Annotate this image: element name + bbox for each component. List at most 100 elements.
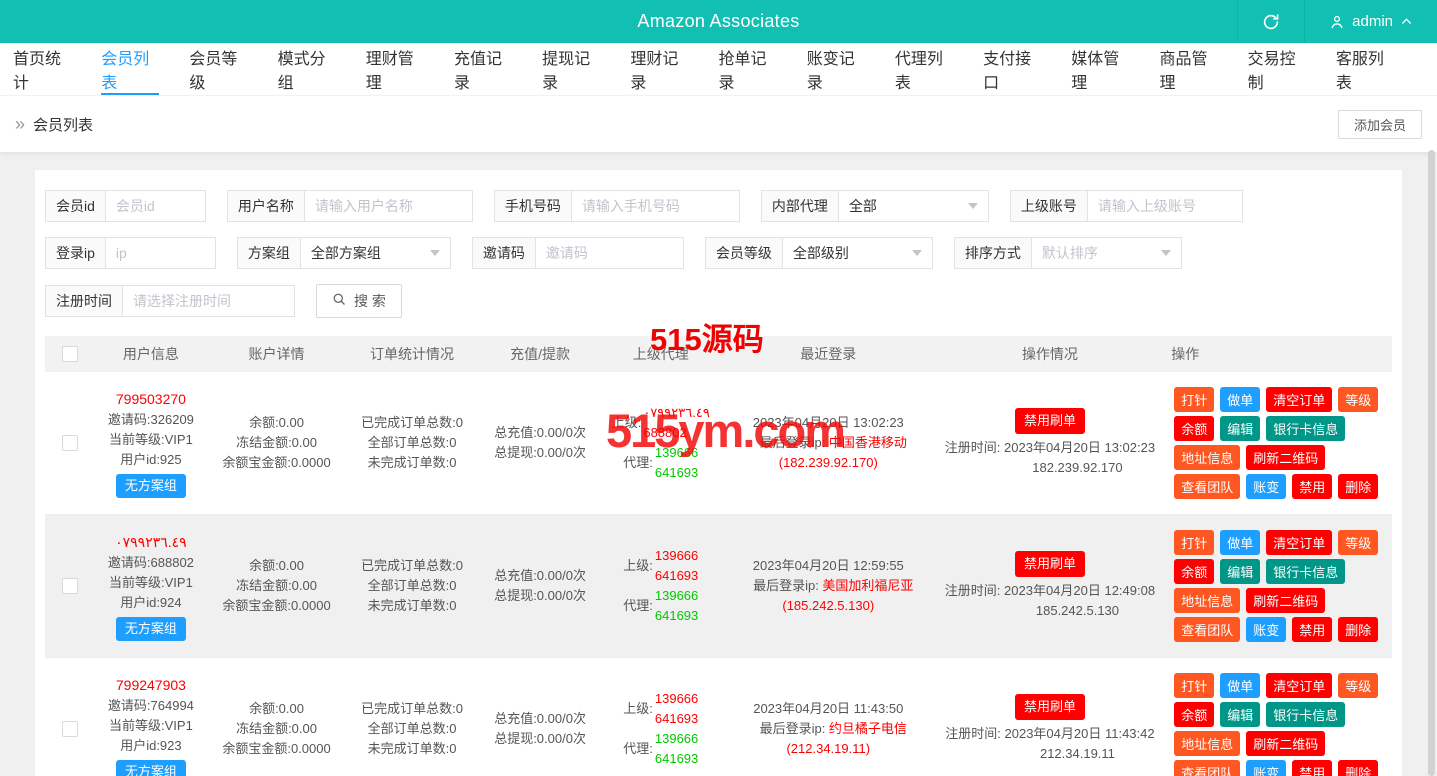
vertical-scrollbar[interactable] [1428, 150, 1435, 776]
action-button[interactable]: 清空订单 [1266, 530, 1332, 555]
action-button[interactable]: 删除 [1338, 474, 1378, 499]
action-button[interactable]: 编辑 [1220, 702, 1260, 727]
action-button[interactable]: 禁用 [1292, 474, 1332, 499]
action-button[interactable]: 余额 [1174, 416, 1214, 441]
action-button[interactable]: 等级 [1338, 387, 1378, 412]
nav-tab-12[interactable]: 支付接口 [983, 43, 1041, 95]
action-button[interactable]: 编辑 [1220, 559, 1260, 584]
input-invite-code[interactable] [536, 237, 684, 269]
nav-tab-15[interactable]: 交易控制 [1248, 43, 1306, 95]
action-button[interactable]: 删除 [1338, 760, 1378, 776]
action-button[interactable]: 地址信息 [1174, 445, 1240, 470]
action-button[interactable]: 做单 [1220, 387, 1260, 412]
nav-tab-1[interactable]: 首页统计 [13, 43, 71, 95]
action-button[interactable]: 余额 [1174, 702, 1214, 727]
nav-tab-7[interactable]: 提现记录 [542, 43, 600, 95]
filter-internal-agent: 内部代理全部 [761, 190, 989, 222]
sub-agent-values: 139666641693 [655, 729, 698, 769]
nav-tab-11[interactable]: 代理列表 [895, 43, 953, 95]
nav-tab-10[interactable]: 账变记录 [807, 43, 865, 95]
input-parent-account[interactable] [1088, 190, 1243, 222]
input-user-name[interactable] [305, 190, 473, 222]
user-info-line: 当前等级:VIP1 [109, 573, 193, 593]
account-line: 余额:0.00 [249, 699, 304, 719]
action-button[interactable]: 账变 [1246, 760, 1286, 776]
sub-agent-value: 641693 [655, 606, 698, 626]
sub-agent-value: 641693 [655, 749, 698, 769]
fund-line: 总充值:0.00/0次 [494, 709, 586, 729]
action-button[interactable]: 打针 [1174, 387, 1214, 412]
filter-label-login-ip: 登录ip [45, 237, 106, 269]
user-menu[interactable]: admin [1304, 0, 1437, 43]
account-line: 余额宝金额:0.0000 [222, 453, 330, 473]
nav-tab-6[interactable]: 充值记录 [454, 43, 512, 95]
row-checkbox[interactable] [62, 435, 78, 451]
action-button[interactable]: 清空订单 [1266, 387, 1332, 412]
action-button[interactable]: 做单 [1220, 673, 1260, 698]
nav-tab-4[interactable]: 模式分组 [278, 43, 336, 95]
order-line: 全部订单总数:0 [368, 576, 457, 596]
input-member-id[interactable] [106, 190, 206, 222]
account-line: 冻结金额:0.00 [236, 719, 317, 739]
last-login-ip: (182.239.92.170) [779, 453, 878, 473]
action-button[interactable]: 刷新二维码 [1246, 445, 1325, 470]
nav-tab-16[interactable]: 客服列表 [1336, 43, 1394, 95]
nav-tab-2[interactable]: 会员列表 [101, 43, 159, 95]
action-button[interactable]: 账变 [1246, 474, 1286, 499]
select-internal-agent[interactable]: 全部 [839, 190, 989, 222]
select-all-checkbox[interactable] [62, 346, 78, 362]
row-checkbox[interactable] [62, 721, 78, 737]
action-button[interactable]: 删除 [1338, 617, 1378, 642]
username-link[interactable]: 799503270 [116, 389, 186, 409]
action-button[interactable]: 清空订单 [1266, 673, 1332, 698]
select-member-level[interactable]: 全部级别 [783, 237, 933, 269]
action-button[interactable]: 余额 [1174, 559, 1214, 584]
fund-line: 总提现:0.00/0次 [494, 586, 586, 606]
search-button[interactable]: 搜 索 [316, 284, 402, 318]
filter-label-plan-group: 方案组 [237, 237, 301, 269]
input-login-ip[interactable] [106, 237, 216, 269]
action-button[interactable]: 刷新二维码 [1246, 731, 1325, 756]
action-button[interactable]: 禁用 [1292, 760, 1332, 776]
refresh-button[interactable] [1237, 0, 1304, 43]
nav-tab-5[interactable]: 理财管理 [366, 43, 424, 95]
filter-label-user-name: 用户名称 [227, 190, 305, 222]
action-button[interactable]: 查看团队 [1174, 760, 1240, 776]
action-button[interactable]: 刷新二维码 [1246, 588, 1325, 613]
input-phone[interactable] [572, 190, 740, 222]
row-checkbox[interactable] [62, 578, 78, 594]
parent-agent-value: ٠٧٩٩٢٣٦.٤٩ [643, 403, 709, 423]
action-button[interactable]: 查看团队 [1174, 474, 1240, 499]
action-button[interactable]: 账变 [1246, 617, 1286, 642]
action-button[interactable]: 打针 [1174, 530, 1214, 555]
input-register-time[interactable] [123, 285, 295, 317]
action-button[interactable]: 编辑 [1220, 416, 1260, 441]
nav-tab-9[interactable]: 抢单记录 [719, 43, 777, 95]
user-info-line: 用户id:924 [120, 593, 181, 613]
select-plan-group[interactable]: 全部方案组 [301, 237, 451, 269]
action-button[interactable]: 禁用 [1292, 617, 1332, 642]
parent-agent-value: 688802 [643, 423, 709, 443]
nav-tab-13[interactable]: 媒体管理 [1071, 43, 1129, 95]
select-sort-order[interactable]: 默认排序 [1032, 237, 1182, 269]
action-button[interactable]: 银行卡信息 [1266, 559, 1345, 584]
action-button[interactable]: 查看团队 [1174, 617, 1240, 642]
action-button[interactable]: 地址信息 [1174, 731, 1240, 756]
nav-tab-3[interactable]: 会员等级 [189, 43, 247, 95]
action-button[interactable]: 地址信息 [1174, 588, 1240, 613]
username-link[interactable]: 799247903 [116, 675, 186, 695]
nav-tab-14[interactable]: 商品管理 [1159, 43, 1217, 95]
fund-line: 总提现:0.00/0次 [494, 443, 586, 463]
add-member-button[interactable]: 添加会员 [1338, 110, 1422, 139]
action-button[interactable]: 等级 [1338, 673, 1378, 698]
column-header: 操作情况 [937, 336, 1164, 372]
filter-plan-group: 方案组全部方案组 [237, 237, 451, 269]
nav-tab-8[interactable]: 理财记录 [630, 43, 688, 95]
action-button[interactable]: 银行卡信息 [1266, 702, 1345, 727]
user-info-line: 邀请码:326209 [108, 410, 194, 430]
action-button[interactable]: 打针 [1174, 673, 1214, 698]
username-link[interactable]: ٠٧٩٩٢٣٦.٤٩ [115, 532, 187, 552]
action-button[interactable]: 银行卡信息 [1266, 416, 1345, 441]
action-button[interactable]: 做单 [1220, 530, 1260, 555]
action-button[interactable]: 等级 [1338, 530, 1378, 555]
